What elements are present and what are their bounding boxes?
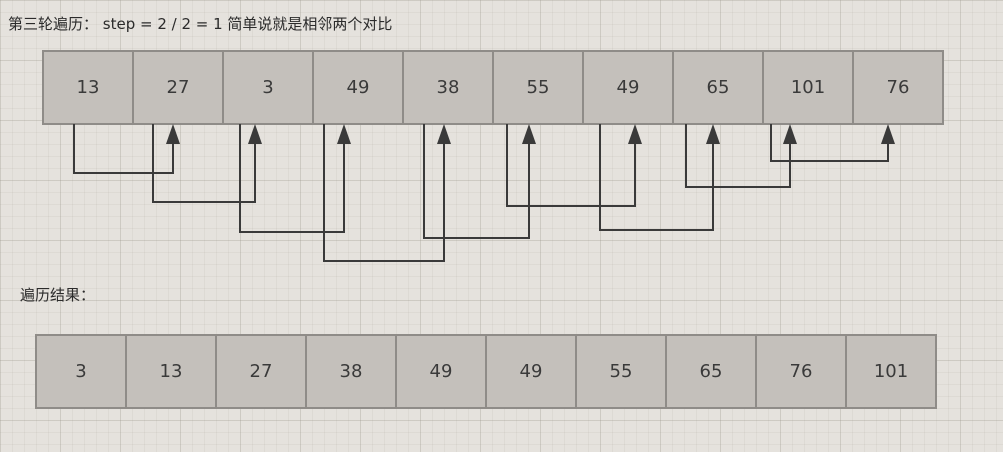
array-cell: 38	[307, 336, 397, 407]
arrow-head	[248, 124, 262, 144]
array-cell: 49	[487, 336, 577, 407]
connector-line	[73, 124, 174, 174]
arrow-head	[437, 124, 451, 144]
array-cell: 27	[217, 336, 307, 407]
arrow-head	[522, 124, 536, 144]
connector-line	[599, 124, 714, 231]
array-cell: 3	[37, 336, 127, 407]
arrow-head	[783, 124, 797, 144]
array-after: 3 13 27 38 49 49 55 65 76 101	[35, 334, 937, 409]
arrow-head	[628, 124, 642, 144]
arrow-head	[166, 124, 180, 144]
array-cell: 49	[397, 336, 487, 407]
arrow-head	[881, 124, 895, 144]
array-cell: 76	[757, 336, 847, 407]
array-cell: 13	[127, 336, 217, 407]
result-title: 遍历结果：	[20, 286, 96, 304]
arrow-head	[706, 124, 720, 144]
array-cell: 65	[667, 336, 757, 407]
array-cell: 55	[577, 336, 667, 407]
connector-line	[323, 124, 445, 262]
arrow-head	[337, 124, 351, 144]
connector-line	[685, 124, 791, 188]
array-cell: 101	[873, 361, 909, 382]
